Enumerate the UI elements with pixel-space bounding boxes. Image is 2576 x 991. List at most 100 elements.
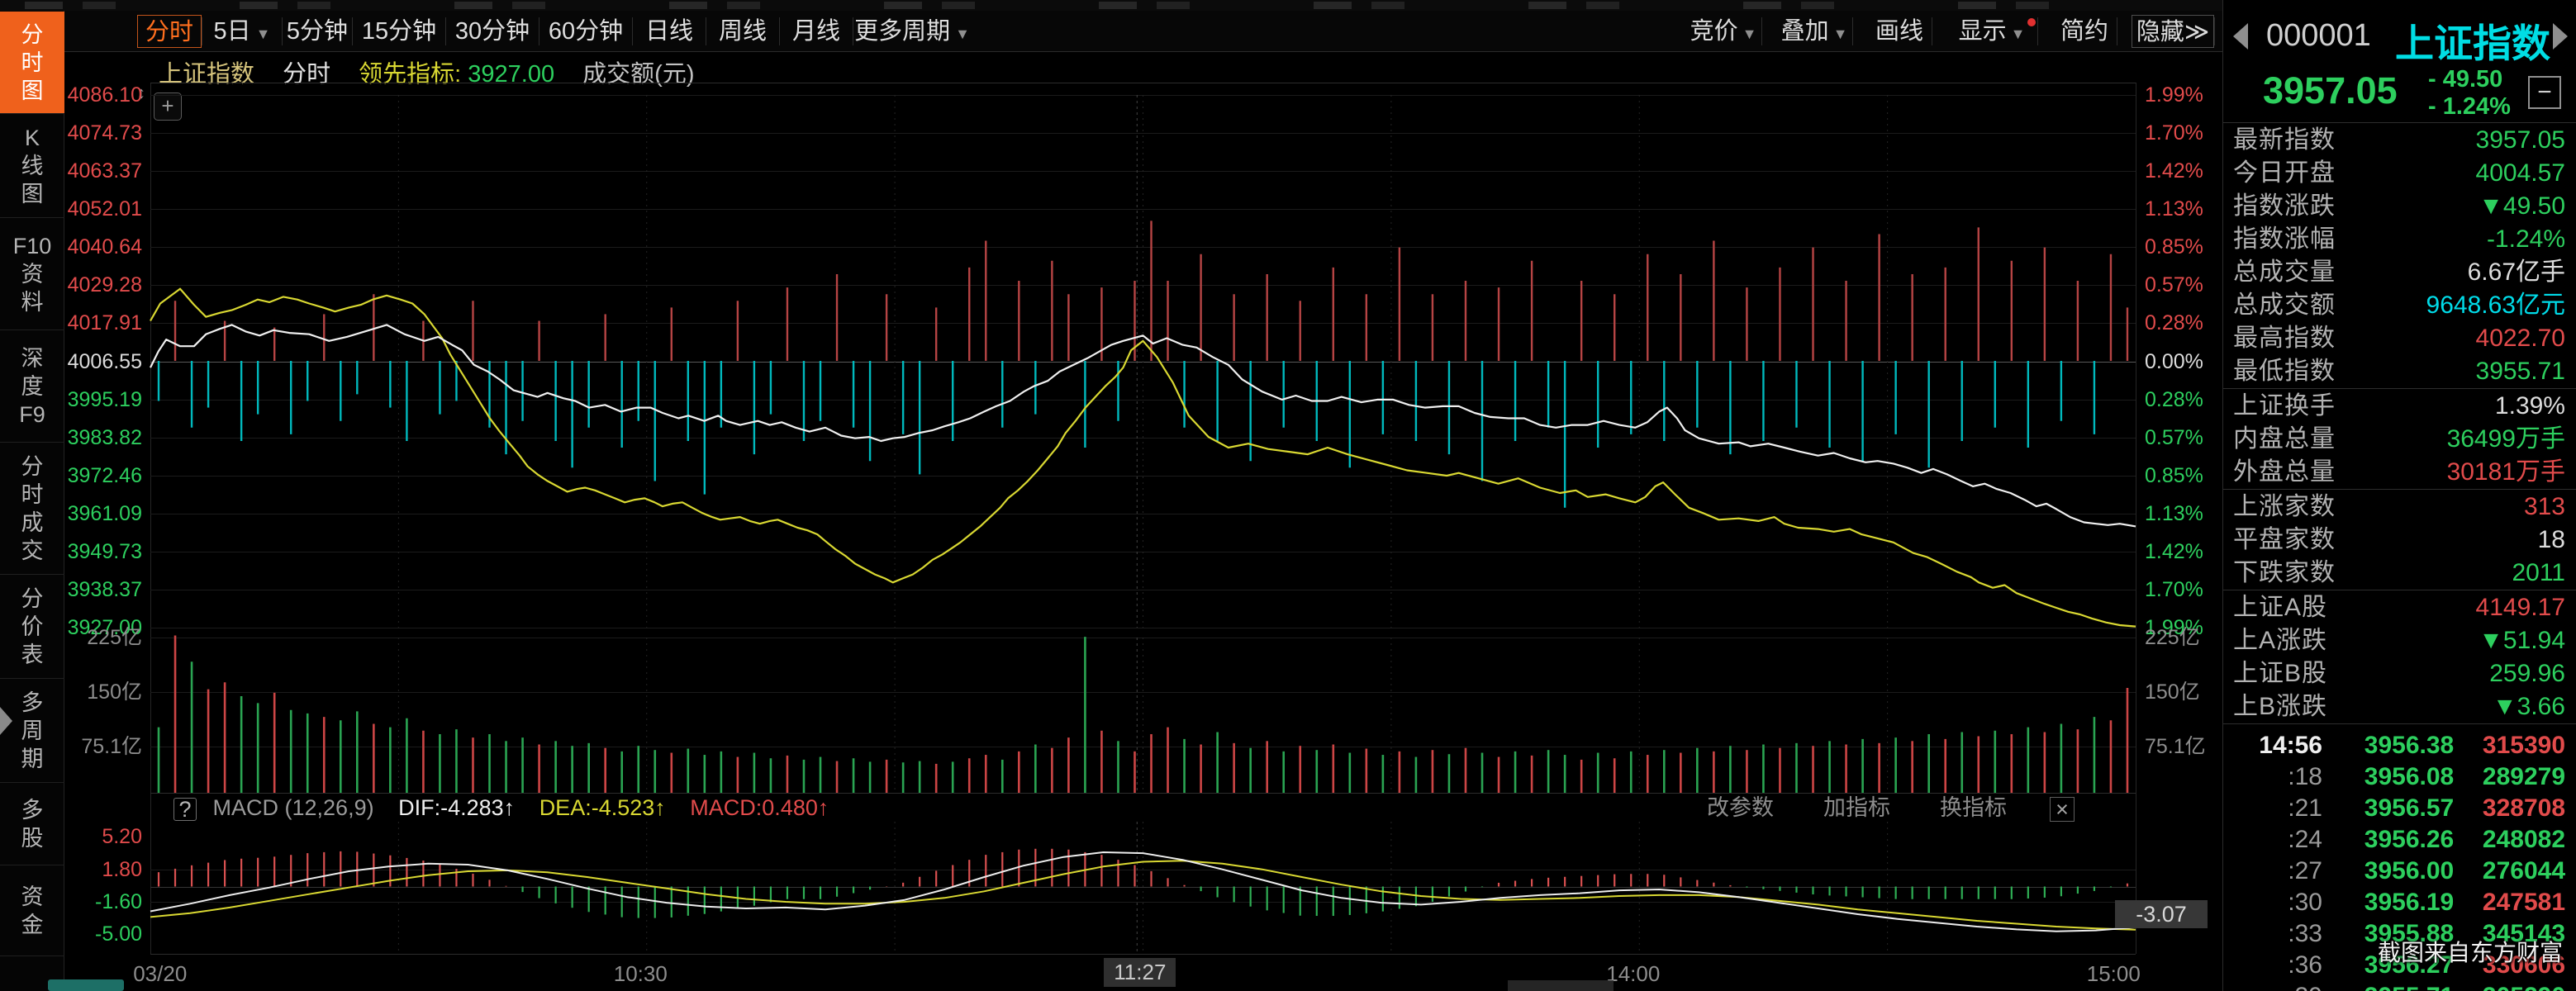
stat-label: 最高指数 <box>2233 322 2336 355</box>
chevron-down-icon: ▼ <box>256 26 271 42</box>
stat-value: ▼49.50 <box>2479 190 2565 223</box>
percent-axis-label: 1.13% <box>2145 199 2203 220</box>
stat-row-总成交额: 总成交额9648.63亿元 <box>2223 289 2576 322</box>
sidebar-item-char: F10 <box>13 233 52 259</box>
sidebar-item-char: 分 <box>21 453 44 480</box>
clipped-bottom-left-button <box>48 979 124 991</box>
trade-row: :303956.19247581 <box>2223 887 2576 918</box>
tab-周线[interactable]: 周线 <box>706 15 779 48</box>
sidebar-item-char: 股 <box>21 825 44 851</box>
stat-label: 最低指数 <box>2233 355 2336 388</box>
trade-price: 3956.26 <box>2347 824 2471 856</box>
button-separator <box>2037 17 2038 45</box>
stat-row-指数涨跌: 指数涨跌▼49.50 <box>2223 190 2576 223</box>
stat-value: 36499万手 <box>2447 423 2565 456</box>
sidebar-item-深度F9[interactable]: 深度F9 <box>0 330 64 443</box>
sidebar-item-char: 资 <box>21 884 44 910</box>
stat-row-上涨家数: 上涨家数313 <box>2223 491 2576 524</box>
tab-日线[interactable]: 日线 <box>633 15 706 48</box>
stat-label: 指数涨幅 <box>2233 223 2336 256</box>
sidebar-item-K线图[interactable]: K线图 <box>0 114 64 218</box>
trade-time: :24 <box>2231 824 2322 856</box>
macd-action-换指标[interactable]: 换指标 <box>1940 795 2007 820</box>
panel-minimize-button[interactable]: − <box>2528 76 2561 109</box>
tab-5分钟[interactable]: 5分钟 <box>283 15 352 48</box>
trade-time: :27 <box>2231 856 2322 887</box>
app-window: 分时5日▼5分钟15分钟30分钟60分钟日线周线月线更多周期▼ 竞价▼ 叠加▼ 画线… <box>0 0 2576 991</box>
button-画线[interactable]: 画线 <box>1867 15 1932 48</box>
trade-price: 3956.38 <box>2347 730 2471 761</box>
trade-time: :33 <box>2231 918 2322 950</box>
macd-cursor-value-badge: -3.07 <box>2115 900 2208 928</box>
quote-panel: 000001 上证指数 3957.05 - 49.50 - 1.24% − 最新… <box>2222 0 2576 991</box>
clipped-menu-text <box>25 2 2173 9</box>
price-axis-label: 4017.91 <box>59 313 142 334</box>
tab-月线[interactable]: 月线 <box>780 15 853 48</box>
chevron-down-icon: ▼ <box>955 26 970 42</box>
sidebar-item-分时成交[interactable]: 分时成交 <box>0 443 64 575</box>
button-简约[interactable]: 简约 <box>2052 15 2117 48</box>
stat-row-外盘总量: 外盘总量30181万手 <box>2223 456 2576 489</box>
sidebar-item-资金[interactable]: 资金 <box>0 865 64 956</box>
tab-分时[interactable]: 分时 <box>137 15 202 48</box>
sidebar-item-char: F9 <box>19 401 45 428</box>
price-axis-label: 3949.73 <box>59 542 142 562</box>
tab-60分钟[interactable]: 60分钟 <box>539 15 632 48</box>
watermark-text: 截图来自东方财富 <box>2378 935 2563 968</box>
volume-axis-label: 150亿 <box>59 682 142 703</box>
chevron-down-icon: ▼ <box>1833 26 1848 42</box>
time-axis-label: 14:00 <box>1606 961 1660 987</box>
sidebar-item-分价表[interactable]: 分价表 <box>0 575 64 679</box>
chevron-down-icon: ▼ <box>2011 26 2026 42</box>
sidebar-item-char: 周 <box>21 718 44 744</box>
volume-axis-label: 75.1亿 <box>59 737 142 757</box>
sidebar-item-分时图[interactable]: 分时图 <box>0 12 64 114</box>
percent-axis-label: 1.70% <box>2145 123 2203 144</box>
tab-30分钟[interactable]: 30分钟 <box>446 15 539 48</box>
button-隐藏[interactable]: 隐藏≫ <box>2132 15 2214 48</box>
macd-action-改参数[interactable]: 改参数 <box>1707 795 1774 820</box>
volume-axis-label: 75.1亿 <box>2145 737 2206 757</box>
stock-name: 上证指数 <box>2395 12 2550 69</box>
percent-axis-label: 1.99% <box>2145 85 2203 106</box>
sidebar-item-char: 深 <box>21 345 44 372</box>
stat-value: 4149.17 <box>2476 591 2565 624</box>
stat-row-上A涨跌: 上A涨跌▼51.94 <box>2223 624 2576 657</box>
stat-row-总成交量: 总成交量6.67亿手 <box>2223 256 2576 289</box>
stat-value: 30181万手 <box>2447 456 2565 489</box>
stat-value: 18 <box>2538 524 2565 557</box>
volume-axis-label: 225亿 <box>59 628 142 648</box>
sidebar-item-多股[interactable]: 多股 <box>0 783 64 865</box>
next-stock-arrow-icon[interactable] <box>2553 23 2568 50</box>
stat-label: 上B涨跌 <box>2233 690 2327 723</box>
trade-row: :393955.71305290 <box>2223 981 2576 991</box>
indicator-help-button[interactable]: ? <box>173 798 197 821</box>
sidebar-item-F10资料[interactable]: F10资料 <box>0 218 64 330</box>
tab-更多周期[interactable]: 更多周期▼ <box>853 15 971 48</box>
last-price: 3957.05 <box>2263 69 2398 112</box>
percent-axis-label: 0.57% <box>2145 428 2203 448</box>
button-separator <box>1852 17 1853 45</box>
trade-price: 3955.71 <box>2347 981 2471 991</box>
change-amount: - 49.50 <box>2428 66 2511 93</box>
close-indicator-icon[interactable]: × <box>2050 797 2075 822</box>
stat-label: 上涨家数 <box>2233 491 2336 524</box>
trade-time: :21 <box>2231 793 2322 824</box>
sidebar-item-char: 图 <box>21 78 44 104</box>
percent-axis-label: 1.70% <box>2145 580 2203 600</box>
sidebar-item-char: 度 <box>21 373 44 400</box>
macd-action-加指标[interactable]: 加指标 <box>1823 795 1890 820</box>
button-竞价[interactable]: 竞价▼ <box>1685 15 1761 48</box>
sidebar-expand-arrow-icon[interactable] <box>0 707 12 735</box>
tab-15分钟[interactable]: 15分钟 <box>353 15 445 48</box>
button-显示[interactable]: 显示▼ <box>1946 15 2037 48</box>
stat-value: 2011 <box>2512 557 2565 590</box>
price-axis-label: 3972.46 <box>59 466 142 486</box>
tab-5日[interactable]: 5日▼ <box>202 15 282 48</box>
percent-axis-label: 0.85% <box>2145 466 2203 486</box>
trade-row: :213956.57328708 <box>2223 793 2576 824</box>
prev-stock-arrow-icon[interactable] <box>2233 23 2248 50</box>
price-axis-label: 4040.64 <box>59 237 142 258</box>
price-axis-label: 4086.10 <box>59 85 142 106</box>
button-叠加[interactable]: 叠加▼ <box>1776 15 1852 48</box>
